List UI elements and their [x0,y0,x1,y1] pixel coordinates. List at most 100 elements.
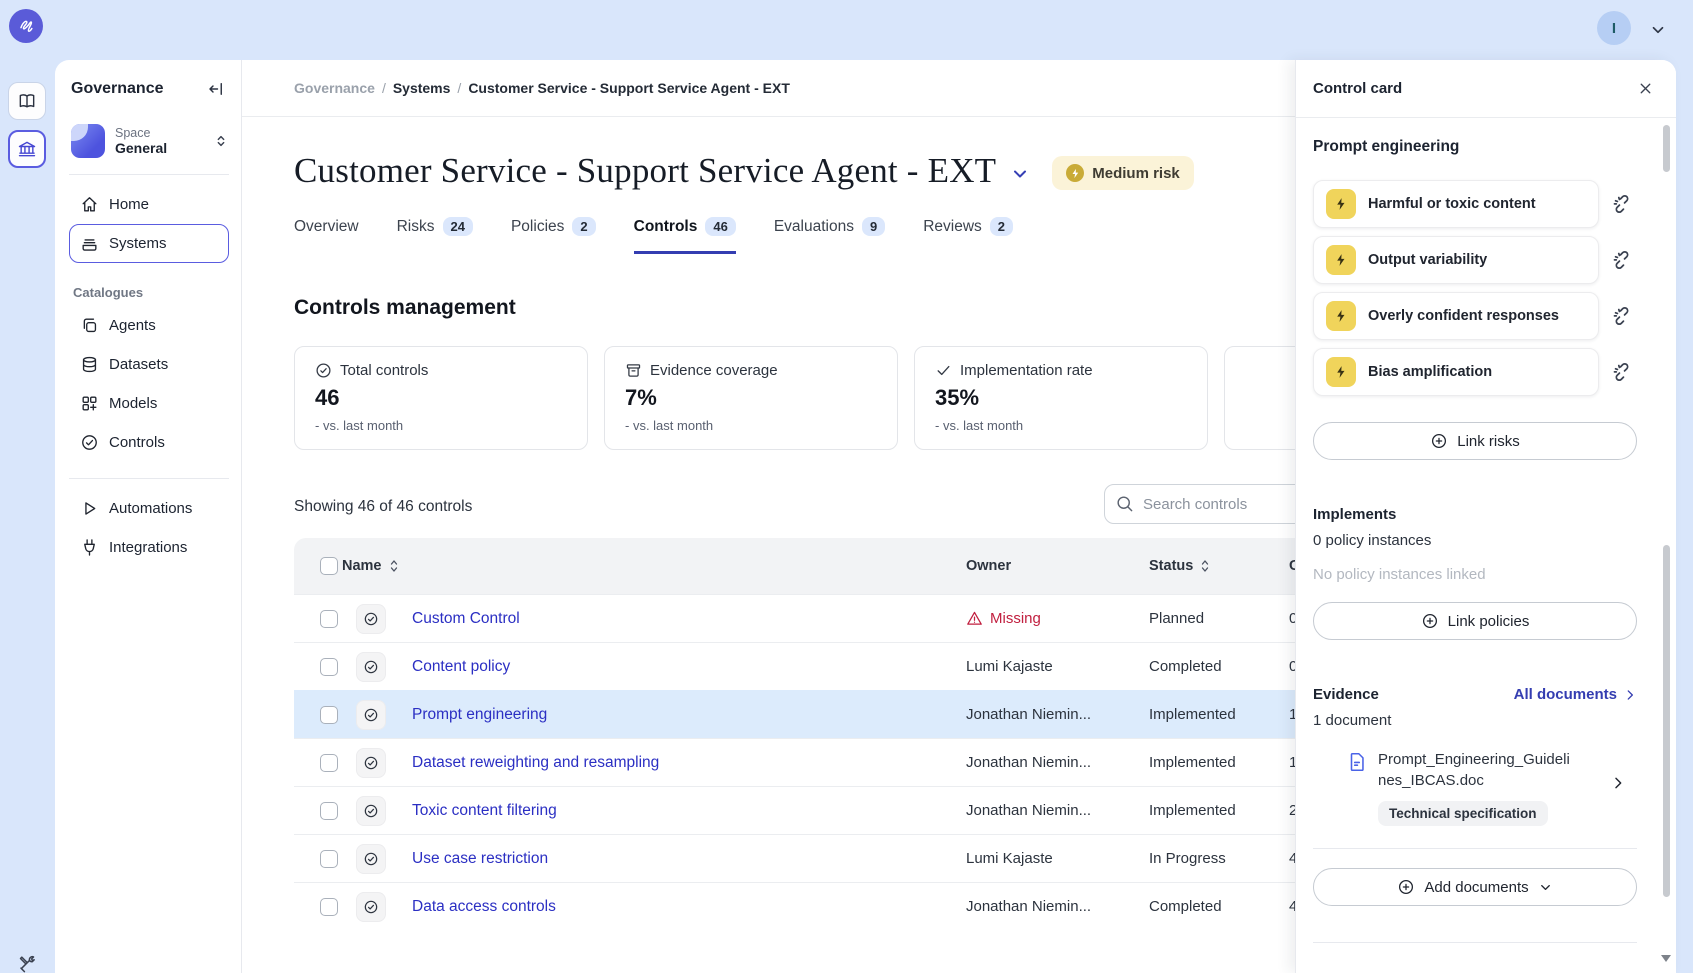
control-name-link[interactable]: Dataset reweighting and resampling [398,754,966,772]
stat-value: 46 [315,385,567,411]
tab-count-badge: 2 [990,217,1013,236]
sort-icon[interactable] [1199,559,1211,573]
panel-title: Control card [1313,80,1402,97]
row-checkbox[interactable] [320,658,338,676]
control-name-link[interactable]: Custom Control [398,610,966,628]
row-checkbox[interactable] [320,706,338,724]
tab-policies[interactable]: Policies 2 [511,217,596,254]
document-filename[interactable]: Prompt_Engineering_Guidelines_IBCAS.doc [1378,749,1578,791]
tab-reviews[interactable]: Reviews 2 [923,217,1013,254]
unlink-icon[interactable] [1611,305,1633,327]
breadcrumb-governance[interactable]: Governance [294,80,375,96]
control-type-icon [356,748,386,778]
scrollbar-down-arrow[interactable] [1661,955,1671,962]
risk-chip[interactable]: Harmful or toxic content [1313,180,1599,228]
models-icon [80,394,99,413]
all-documents-link[interactable]: All documents [1514,686,1637,703]
sidebar-item-integrations[interactable]: Integrations [69,528,229,567]
tools-rail-button[interactable] [0,955,55,973]
row-checkbox[interactable] [320,850,338,868]
chevron-right-icon[interactable] [1610,775,1626,791]
status-text: Implemented [1149,754,1289,771]
user-avatar[interactable]: I [1597,11,1631,45]
risk-bolt-icon [1326,245,1356,275]
automations-icon [80,499,99,518]
stat-value: 35% [935,385,1187,411]
sidebar-item-agents[interactable]: Agents [69,306,229,345]
sidebar-collapse-icon[interactable] [207,80,225,98]
risk-bolt-icon [1326,357,1356,387]
unlink-icon[interactable] [1611,361,1633,383]
title-chevron-down-icon[interactable] [1010,164,1030,184]
tab-controls[interactable]: Controls 46 [634,217,736,254]
catalogues-section-label: Catalogues [73,285,229,300]
sidebar-item-home[interactable]: Home [69,185,229,224]
stat-sub: - vs. last month [935,418,1187,433]
user-menu-chevron-down-icon[interactable] [1649,21,1667,39]
column-header-status[interactable]: Status [1149,558,1193,574]
sidebar-item-datasets[interactable]: Datasets [69,345,229,384]
table-row[interactable]: Toxic content filtering Jonathan Niemin.… [294,786,1356,834]
app-logo[interactable] [9,9,43,43]
control-name-link[interactable]: Data access controls [398,898,966,916]
breadcrumb-systems[interactable]: Systems [393,80,451,96]
controls-icon [80,433,99,452]
row-checkbox[interactable] [320,754,338,772]
link-policies-button[interactable]: Link policies [1313,602,1637,640]
stat-card-evidence-coverage: Evidence coverage 7% - vs. last month [604,346,898,450]
space-name: General [115,140,213,156]
unlink-icon[interactable] [1611,193,1633,215]
panel-scrollbar-thumb[interactable] [1663,125,1670,172]
controls-table: Name Owner Status C Custom Contr [294,538,1356,930]
tab-evaluations[interactable]: Evaluations 9 [774,217,885,254]
space-avatar [71,124,105,158]
sidebar-item-controls[interactable]: Controls [69,423,229,462]
sidebar-item-automations[interactable]: Automations [69,489,229,528]
document-item[interactable]: Prompt_Engineering_Guidelines_IBCAS.doc … [1346,749,1626,826]
table-row[interactable]: Custom Control Missing Planned 0 [294,594,1356,642]
sidebar-item-systems[interactable]: Systems [69,224,229,263]
panel-control-name: Prompt engineering [1313,138,1659,156]
sort-icon[interactable] [388,559,400,573]
panel-scrollbar-thumb[interactable] [1663,545,1670,897]
unlink-icon[interactable] [1611,249,1633,271]
select-all-checkbox[interactable] [320,557,338,575]
sidebar-item-label: Automations [109,500,192,517]
table-row-selected[interactable]: Prompt engineering Jonathan Niemin... Im… [294,690,1356,738]
risk-chip[interactable]: Bias amplification [1313,348,1599,396]
status-text: Implemented [1149,802,1289,819]
checkmark-icon [935,362,952,379]
control-name-link[interactable]: Toxic content filtering [398,802,966,820]
control-name-link[interactable]: Content policy [398,658,966,676]
link-policies-label: Link policies [1448,613,1530,630]
column-header-owner[interactable]: Owner [966,558,1149,574]
owner-text: Jonathan Niemin... [966,706,1149,723]
table-row[interactable]: Use case restriction Lumi Kajaste In Pro… [294,834,1356,882]
archive-box-icon [625,362,642,379]
table-header-row: Name Owner Status C [294,538,1356,594]
close-icon[interactable] [1637,80,1654,97]
table-row[interactable]: Data access controls Jonathan Niemin... … [294,882,1356,930]
add-documents-button[interactable]: Add documents [1313,868,1637,906]
row-checkbox[interactable] [320,898,338,916]
control-name-link[interactable]: Use case restriction [398,850,966,868]
tab-risks[interactable]: Risks 24 [397,217,473,254]
control-type-icon [356,700,386,730]
table-row[interactable]: Dataset reweighting and resampling Jonat… [294,738,1356,786]
document-count-text: 1 document [1313,712,1659,729]
risk-chip-label: Bias amplification [1368,364,1492,380]
risk-chip[interactable]: Output variability [1313,236,1599,284]
column-header-name[interactable]: Name [342,558,382,574]
sidebar-item-models[interactable]: Models [69,384,229,423]
row-checkbox[interactable] [320,802,338,820]
link-risks-button[interactable]: Link risks [1313,422,1637,460]
space-selector[interactable]: Space General [71,124,229,158]
table-row[interactable]: Content policy Lumi Kajaste Completed 0 [294,642,1356,690]
governance-rail-button[interactable] [8,130,46,168]
row-checkbox[interactable] [320,610,338,628]
control-name-link[interactable]: Prompt engineering [398,706,966,724]
risk-badge[interactable]: Medium risk [1052,156,1194,190]
tab-overview[interactable]: Overview [294,217,359,254]
docs-rail-button[interactable] [8,82,46,120]
risk-chip[interactable]: Overly confident responses [1313,292,1599,340]
